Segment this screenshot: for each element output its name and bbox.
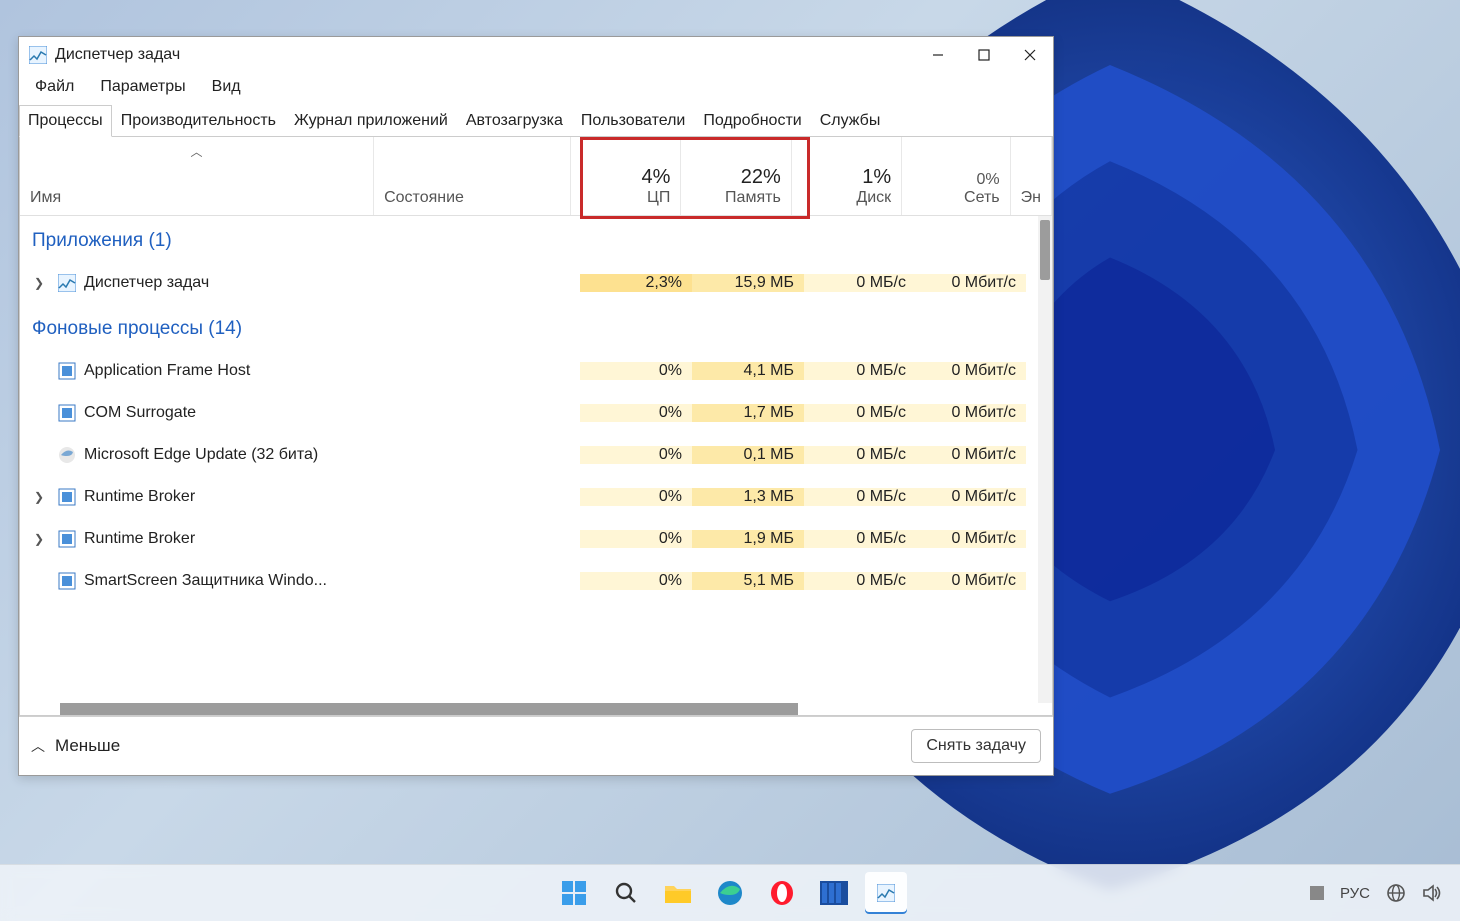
process-row[interactable]: ❯ Диспетчер задач 2,3%15,9 МБ0 МБ/с0 Мбит/… [20, 262, 1052, 304]
process-row[interactable]: Microsoft Edge Update (32 бита)0%0,1 МБ0… [20, 434, 1052, 476]
col-disk[interactable]: 1%Диск [792, 137, 902, 215]
collapse-icon[interactable]: ︿ [31, 736, 45, 756]
process-row[interactable]: ❯ Runtime Broker 0%1,9 МБ0 МБ/с0 Мбит/с [20, 518, 1052, 560]
opera-button[interactable] [761, 872, 803, 914]
process-name: Runtime Broker [84, 488, 195, 506]
memory-cell: 15,9 МБ [692, 274, 804, 292]
col-status[interactable]: Состояние [374, 137, 571, 215]
horizontal-scrollbar[interactable] [20, 703, 1052, 715]
end-task-button[interactable]: Снять задачу [911, 729, 1041, 763]
titlebar[interactable]: Диспетчер задач [19, 37, 1053, 73]
col-name[interactable]: ︿ Имя [20, 137, 374, 215]
process-name: COM Surrogate [84, 404, 196, 422]
col-memory[interactable]: 22%Память [681, 137, 791, 215]
tab-startup[interactable]: Автозагрузка [457, 105, 572, 137]
tab-details[interactable]: Подробности [694, 105, 810, 137]
process-name: Application Frame Host [84, 362, 250, 380]
network-cell: 0 Мбит/с [916, 404, 1026, 422]
network-icon[interactable] [1386, 883, 1406, 903]
cpu-cell: 0% [580, 488, 692, 506]
app-icon [29, 46, 47, 64]
tab-services[interactable]: Службы [811, 105, 890, 137]
app-button[interactable] [813, 872, 855, 914]
memory-cell: 0,1 МБ [692, 446, 804, 464]
explorer-button[interactable] [657, 872, 699, 914]
memory-cell: 1,7 МБ [692, 404, 804, 422]
vertical-scrollbar[interactable] [1038, 216, 1052, 703]
minimize-button[interactable] [915, 37, 961, 73]
tab-performance[interactable]: Производительность [112, 105, 285, 137]
system-tray: РУС [1310, 883, 1442, 903]
expand-icon[interactable]: ❯ [34, 532, 50, 546]
search-button[interactable] [605, 872, 647, 914]
close-button[interactable] [1007, 37, 1053, 73]
tab-users[interactable]: Пользователи [572, 105, 694, 137]
start-button[interactable] [553, 872, 595, 914]
menu-options[interactable]: Параметры [96, 76, 189, 98]
cpu-cell: 0% [580, 404, 692, 422]
window-title: Диспетчер задач [55, 46, 180, 64]
fewer-details-link[interactable]: Меньше [55, 736, 120, 756]
network-cell: 0 Мбит/с [916, 488, 1026, 506]
disk-cell: 0 МБ/с [804, 404, 916, 422]
network-cell: 0 Мбит/с [916, 274, 1026, 292]
disk-cell: 0 МБ/с [804, 274, 916, 292]
disk-cell: 0 МБ/с [804, 446, 916, 464]
sort-indicator-icon: ︿ [191, 143, 203, 160]
network-cell: 0 Мбит/с [916, 362, 1026, 380]
memory-cell: 5,1 МБ [692, 572, 804, 590]
cpu-cell: 2,3% [580, 274, 692, 292]
memory-cell: 1,3 МБ [692, 488, 804, 506]
taskbar[interactable]: РУС [0, 864, 1460, 921]
process-name: SmartScreen Защитника Windo... [84, 572, 327, 590]
process-row[interactable]: SmartScreen Защитника Windo...0%5,1 МБ0 … [20, 560, 1052, 602]
network-cell: 0 Мбит/с [916, 530, 1026, 548]
process-name: Runtime Broker [84, 530, 195, 548]
menubar: Файл Параметры Вид [19, 73, 1053, 101]
edge-button[interactable] [709, 872, 751, 914]
tabs: Процессы Производительность Журнал прило… [19, 101, 1053, 137]
process-name: Диспетчер задач [84, 274, 209, 292]
col-extra[interactable]: Эн [1011, 137, 1052, 215]
cpu-cell: 0% [580, 446, 692, 464]
tab-app-history[interactable]: Журнал приложений [285, 105, 457, 137]
disk-cell: 0 МБ/с [804, 362, 916, 380]
maximize-button[interactable] [961, 37, 1007, 73]
disk-cell: 0 МБ/с [804, 572, 916, 590]
network-cell: 0 Мбит/с [916, 446, 1026, 464]
taskbar-center [553, 872, 907, 914]
col-network[interactable]: 0%Сеть [902, 137, 1010, 215]
group-header[interactable]: Приложения (1) [20, 216, 1052, 262]
expand-icon[interactable]: ❯ [34, 490, 50, 504]
footer: ︿ Меньше Снять задачу [19, 716, 1053, 775]
taskmgr-button[interactable] [865, 872, 907, 914]
tab-processes[interactable]: Процессы [19, 105, 112, 137]
process-row[interactable]: Application Frame Host 0%4,1 МБ0 МБ/с0 Мб… [20, 350, 1052, 392]
col-cpu[interactable]: 4%ЦП [571, 137, 681, 215]
network-cell: 0 Мбит/с [916, 572, 1026, 590]
process-list[interactable]: Приложения (1) ❯ Диспетчер задач 2,3%15,9 М… [20, 216, 1052, 703]
hscroll-thumb[interactable] [60, 703, 798, 715]
column-headers: ︿ Имя Состояние 4%ЦП 22%Память 1%Диск 0%… [20, 137, 1052, 216]
expand-icon[interactable]: ❯ [34, 276, 50, 290]
disk-cell: 0 МБ/с [804, 488, 916, 506]
menu-view[interactable]: Вид [208, 76, 245, 98]
tray-app-icon[interactable] [1310, 886, 1324, 900]
process-row[interactable]: COM Surrogate 0%1,7 МБ0 МБ/с0 Мбит/с [20, 392, 1052, 434]
disk-cell: 0 МБ/с [804, 530, 916, 548]
group-header[interactable]: Фоновые процессы (14) [20, 304, 1052, 350]
cpu-cell: 0% [580, 362, 692, 380]
scrollbar-thumb[interactable] [1040, 220, 1050, 280]
language-indicator[interactable]: РУС [1340, 885, 1370, 902]
task-manager-window: Диспетчер задач Файл Параметры Вид Проце… [18, 36, 1054, 776]
cpu-cell: 0% [580, 572, 692, 590]
content-area: ︿ Имя Состояние 4%ЦП 22%Память 1%Диск 0%… [19, 137, 1053, 716]
volume-icon[interactable] [1422, 884, 1442, 902]
process-row[interactable]: ❯ Runtime Broker 0%1,3 МБ0 МБ/с0 Мбит/с [20, 476, 1052, 518]
memory-cell: 4,1 МБ [692, 362, 804, 380]
process-name: Microsoft Edge Update (32 бита) [84, 446, 318, 464]
cpu-cell: 0% [580, 530, 692, 548]
menu-file[interactable]: Файл [31, 76, 78, 98]
memory-cell: 1,9 МБ [692, 530, 804, 548]
